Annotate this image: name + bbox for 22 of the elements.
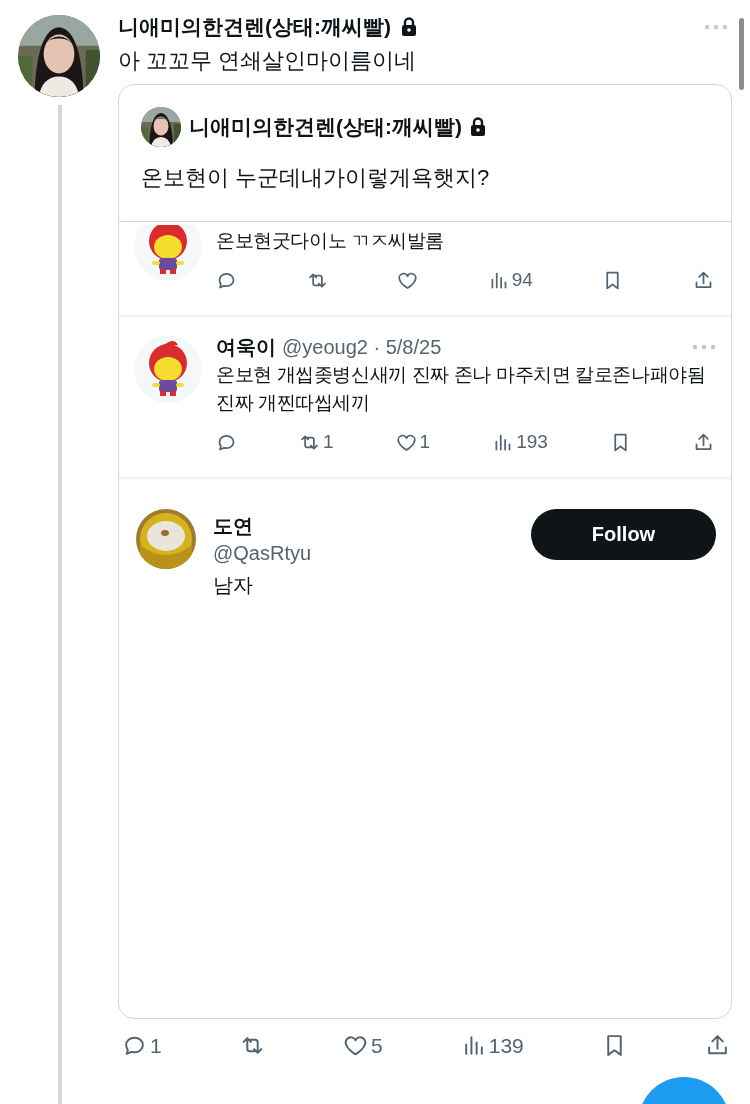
reply-button[interactable]: 1 <box>122 1033 162 1058</box>
scrollbar[interactable] <box>739 18 744 90</box>
quoted-tweet-card[interactable]: 니애미의한견렌(상태:깨씨빨) 온보현이 누군데내가이렇게욕햇지? 온보현굿다이노 ㄲㅈ씨발롬 94 여욱이 @yeoug2 · 5/8/25 온보현 개씹좆병신새끼 진짜 존나 마주치면 칼로존나패야됨 진짜 개찐따씹세끼 1 1 193 도연 @QasRtyu 남자 Follow <box>118 84 732 1019</box>
views-button[interactable]: 139 <box>460 1033 524 1058</box>
like-button[interactable]: 5 <box>342 1033 383 1058</box>
tweet-text: 온보현이 누군데내가이렇게욕햇지? <box>140 164 491 192</box>
user-name: 여욱이 <box>216 335 276 359</box>
tweet-text: 온보현 개씹좆병신새끼 진짜 존나 마주치면 칼로존나패야됨 진짜 개찐따씹세끼 <box>216 363 707 415</box>
tweet-text: 아 꼬꼬무 연쇄살인마이름이네 <box>118 47 418 75</box>
views-button[interactable]: 193 <box>492 431 548 453</box>
heart-icon <box>342 1033 368 1058</box>
user-handle: @QasRtyu <box>213 541 313 566</box>
follow-button[interactable]: Follow <box>531 509 716 560</box>
views-button[interactable]: 94 <box>487 269 533 291</box>
user-name: 도연 <box>213 514 254 539</box>
tweet-text: 온보현굿다이노 ㄲㅈ씨발롬 <box>216 229 446 253</box>
handle-and-date: @yeoug2 · 5/8/25 <box>282 335 442 359</box>
user-bio: 남자 <box>213 573 254 598</box>
like-button[interactable]: 1 <box>395 431 431 453</box>
user-name: 니애미의한견렌(상태:깨씨빨) <box>189 114 462 140</box>
repost-button[interactable]: 1 <box>299 431 334 453</box>
user-name: 니애미의한견렌(상태:깨씨빨) <box>118 14 391 40</box>
